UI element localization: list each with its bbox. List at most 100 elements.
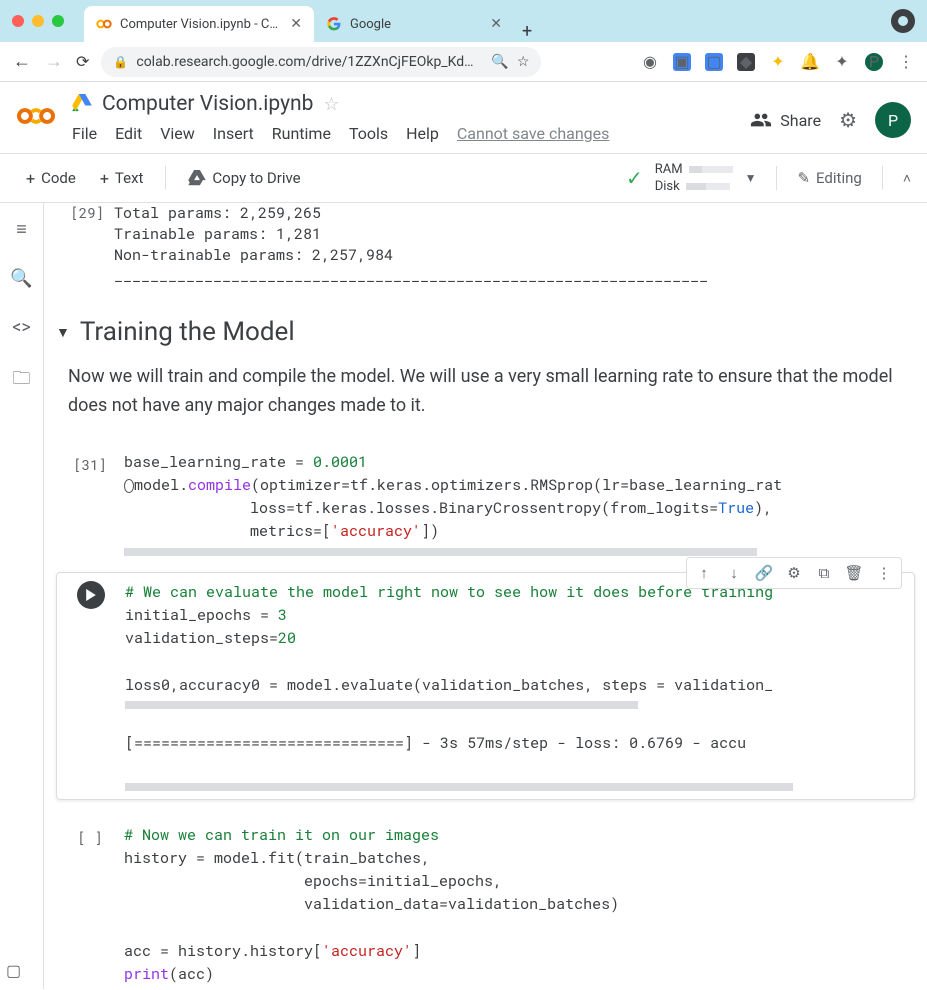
colab-toolbar: +Code +Text Copy to Drive ✓ RAM Disk ▼ ✎… <box>0 154 927 203</box>
cell-output: 20/20 [==============================] -… <box>125 732 914 755</box>
colab-favicon-icon <box>96 16 112 32</box>
add-text-label: Text <box>115 169 144 187</box>
share-label: Share <box>780 111 821 130</box>
ext-icon-2[interactable]: ▣ <box>673 53 691 71</box>
notifications-icon[interactable]: 🔔 <box>801 53 819 71</box>
cannot-save-link[interactable]: Cannot save changes <box>457 124 610 143</box>
move-up-icon[interactable]: ↑ <box>691 560 717 586</box>
h-scrollbar[interactable] <box>124 548 757 556</box>
user-avatar[interactable]: P <box>875 102 911 138</box>
code-cell-31[interactable]: [31] base_learning_rate = 0.0001 model.c… <box>56 451 915 556</box>
maximize-window-icon[interactable] <box>52 15 64 27</box>
code-cell-active[interactable]: ↑ ↓ 🔗 ⚙ ⧉ 🗑 ⋮ # We can evaluate the mode… <box>56 572 915 800</box>
menu-edit[interactable]: Edit <box>115 124 142 143</box>
menu-file[interactable]: File <box>72 124 97 143</box>
tab-title: Computer Vision.ipynb - Colab <box>120 17 282 32</box>
new-tab-button[interactable]: + <box>514 21 540 42</box>
files-icon[interactable]: 🗀 <box>13 366 31 396</box>
share-button[interactable]: Share <box>750 109 821 131</box>
code-body[interactable]: base_learning_rate = 0.0001 model.compil… <box>124 451 915 556</box>
close-tab-icon[interactable]: ✕ <box>290 16 302 32</box>
url-text: colab.research.google.com/drive/1ZZXnCjF… <box>136 54 483 70</box>
colab-logo-icon[interactable] <box>16 96 56 136</box>
resource-dropdown-icon[interactable]: ▼ <box>745 171 757 185</box>
collapse-icon[interactable]: ˄ <box>903 170 911 187</box>
chrome-menu-icon[interactable]: ⋮ <box>897 53 915 71</box>
menu-tools[interactable]: Tools <box>349 124 388 143</box>
toc-icon[interactable]: ≡ <box>16 219 27 240</box>
section-header: ▼ Training the Model <box>56 317 915 347</box>
code-body[interactable]: # Now we can train it on our images hist… <box>124 824 915 987</box>
zoom-icon[interactable]: 🔍 <box>491 54 508 70</box>
ext-icon-5[interactable]: ✦ <box>769 53 787 71</box>
h-scrollbar[interactable] <box>125 783 793 791</box>
close-tab-icon[interactable]: ✕ <box>490 16 502 32</box>
resource-indicator[interactable]: RAM Disk <box>655 162 733 194</box>
menu-runtime[interactable]: Runtime <box>272 124 331 143</box>
run-cell-button[interactable] <box>77 581 105 609</box>
tab-google[interactable]: Google ✕ <box>314 6 514 42</box>
separator <box>165 166 166 190</box>
code-body[interactable]: # We can evaluate the model right now to… <box>125 581 914 791</box>
more-icon[interactable]: ⋮ <box>871 560 897 586</box>
doc-title-row: Computer Vision.ipynb ☆ <box>72 92 734 116</box>
close-window-icon[interactable] <box>12 15 24 27</box>
code-snippets-icon[interactable]: <> <box>12 317 31 338</box>
copy-to-drive-button[interactable]: Copy to Drive <box>178 163 310 193</box>
ext-icon-3[interactable]: ▢ <box>705 53 723 71</box>
code-cell-next[interactable]: [ ] # Now we can train it on our images … <box>56 824 915 987</box>
mirror-icon[interactable]: ⧉ <box>811 560 837 586</box>
settings-icon[interactable]: ⚙ <box>839 108 857 132</box>
link-icon[interactable]: 🔗 <box>751 560 777 586</box>
chrome-profile-icon[interactable] <box>891 9 915 33</box>
tabs-container: Computer Vision.ipynb - Colab ✕ Google ✕… <box>84 0 883 42</box>
move-down-icon[interactable]: ↓ <box>721 560 747 586</box>
add-code-button[interactable]: +Code <box>16 163 86 194</box>
editing-mode-button[interactable]: ✎ Editing <box>797 169 861 187</box>
cursor-icon <box>124 479 134 493</box>
ram-label: RAM <box>655 162 683 177</box>
tab-colab[interactable]: Computer Vision.ipynb - Colab ✕ <box>84 6 314 42</box>
add-code-label: Code <box>41 169 76 187</box>
ext-icon-1[interactable]: ◉ <box>641 53 659 71</box>
url-input[interactable]: 🔒 colab.research.google.com/drive/1ZZXnC… <box>101 47 541 77</box>
menu-view[interactable]: View <box>160 124 195 143</box>
h-scrollbar[interactable] <box>125 701 638 709</box>
star-button[interactable]: ☆ <box>323 94 339 115</box>
colab-header: Computer Vision.ipynb ☆ File Edit View I… <box>0 82 927 154</box>
notebook-content[interactable]: [29] Total params: 2,259,265 Trainable p… <box>44 203 927 989</box>
ext-icon-4[interactable]: ◆ <box>737 53 755 71</box>
separator <box>882 166 883 190</box>
delete-icon[interactable]: 🗑 <box>841 560 867 586</box>
separator <box>776 166 777 190</box>
drive-icon <box>72 94 92 114</box>
document-title[interactable]: Computer Vision.ipynb <box>102 92 313 116</box>
drive-small-icon <box>188 170 206 186</box>
menu-bar: File Edit View Insert Runtime Tools Help… <box>72 116 734 153</box>
minimize-window-icon[interactable] <box>32 15 44 27</box>
main-layout: ≡ 🔍 <> 🗀 [29] Total params: 2,259,265 Tr… <box>0 203 927 989</box>
exec-label: [29] <box>56 203 114 287</box>
forward-button[interactable]: → <box>44 51 64 72</box>
cell-settings-icon[interactable]: ⚙ <box>781 560 807 586</box>
collapse-section-icon[interactable]: ▼ <box>56 324 70 341</box>
pencil-icon: ✎ <box>797 169 810 187</box>
window-controls <box>12 15 64 27</box>
editing-label: Editing <box>816 169 862 187</box>
star-icon[interactable]: ☆ <box>517 54 530 70</box>
back-button[interactable]: ← <box>12 51 32 72</box>
model-summary-output: Total params: 2,259,265 Trainable params… <box>114 203 708 287</box>
reload-button[interactable]: ⟳ <box>76 52 89 71</box>
terminal-icon[interactable]: ▢ <box>6 961 21 980</box>
browser-tab-strip: Computer Vision.ipynb - Colab ✕ Google ✕… <box>0 0 927 42</box>
copy-drive-label: Copy to Drive <box>212 169 300 187</box>
menu-help[interactable]: Help <box>406 124 439 143</box>
section-text: Now we will train and compile the model.… <box>68 363 915 421</box>
cell-actions: ↑ ↓ 🔗 ⚙ ⧉ 🗑 ⋮ <box>686 557 902 589</box>
search-icon[interactable]: 🔍 <box>10 268 32 289</box>
add-text-button[interactable]: +Text <box>90 163 154 194</box>
menu-insert[interactable]: Insert <box>213 124 254 143</box>
profile-avatar-icon[interactable]: P <box>865 53 883 71</box>
extensions-icon[interactable]: ✦ <box>833 53 851 71</box>
google-favicon-icon <box>326 16 342 32</box>
